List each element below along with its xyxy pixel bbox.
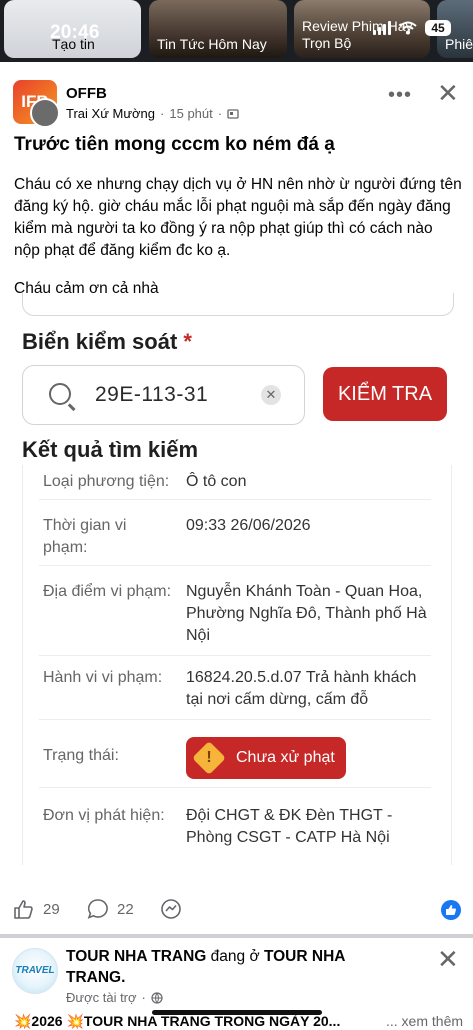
comment-count: 22 [117,900,134,918]
story-item[interactable]: Tin Tức Hôm Nay [149,0,287,58]
more-options-icon[interactable]: ••• [388,84,412,107]
feed-divider [0,934,473,938]
status-badge: ! Chưa xử phạt [186,737,346,779]
close-icon[interactable]: ✕ [437,946,459,972]
post-image[interactable]: Biển kiểm soát * 29E-113-31 ✕ KIỂM TRA K… [0,293,473,883]
page-name[interactable]: OFFB [66,85,107,102]
post-header: IFB OFFB Trai Xứ Mường · 15 phút · ••• ✕ [0,70,473,130]
image-plate-input: 29E-113-31 ✕ [22,365,305,425]
meta-dot: · [160,106,165,121]
comment-button[interactable]: 22 [87,898,134,920]
close-icon[interactable]: ✕ [437,80,459,106]
see-more-link[interactable]: ... xem thêm [386,1013,463,1029]
messenger-share-button[interactable] [160,898,182,920]
meta-dot: · [217,106,223,121]
clear-icon: ✕ [261,385,281,405]
result-value: Ô tô con [186,473,247,490]
sponsor-meta: Được tài trợ · [66,990,163,1005]
wifi-icon [399,21,417,35]
row-divider [39,719,431,720]
author-name[interactable]: Trai Xứ Mường [66,106,155,121]
result-key: Đơn vị phát hiện: [43,807,165,824]
result-value: 16824.20.5.d.07 Trả hành khách tại nơi c… [186,669,417,708]
result-value: 09:33 26/06/2026 [186,517,311,534]
signal-icon [373,21,391,35]
group-icon [227,108,239,119]
sponsored-label: Được tài trợ [66,990,137,1005]
image-plate-label: Biển kiểm soát * [22,329,192,354]
image-results-title: Kết quả tìm kiếm [22,437,199,462]
reaction-like-icon [441,900,461,920]
author-avatar[interactable] [30,98,60,128]
row-divider [39,655,431,656]
globe-icon [151,991,163,1004]
image-results-card: Loại phương tiện: Ô tô con Thời gian vi … [22,465,452,865]
sponsor-snippet[interactable]: 💥2026 💥TOUR NHA TRANG TRONG NGÀY 20... .… [14,1013,473,1030]
sponsor-avatar[interactable]: TRAVEL [12,948,58,994]
status-time: 20:46 [50,22,100,43]
like-button[interactable]: 29 [13,898,60,920]
result-key: Trạng thái: [43,747,119,764]
post-paragraph: Cháu có xe nhưng chạy dịch vụ ở HN nên n… [14,176,462,259]
post-meta: Trai Xứ Mường · 15 phút · [66,106,239,121]
post-time[interactable]: 15 phút [169,106,212,121]
search-icon [49,383,71,405]
result-key: Hành vi vi phạm: [43,669,163,686]
result-value: Đội CHGT & ĐK Đèn THGT - Phòng CSGT - CA… [186,807,393,846]
image-field-edge [22,293,454,316]
result-key: Loại phương tiện: [43,473,170,490]
stories-strip: Tạo tin Tin Tức Hôm Nay Review Phim Hay … [0,0,473,62]
result-key: Thời gian vi phạm: [43,517,127,556]
result-key: Địa điểm vi phạm: [43,583,172,600]
row-divider [39,499,431,500]
image-check-button: KIỂM TRA [323,367,447,421]
sponsor-title: TOUR NHA TRANG đang ở TOUR NHA TRANG. [66,948,345,986]
row-divider [39,565,431,566]
post-actions: 29 22 [0,888,473,932]
row-divider [39,787,431,788]
comment-icon [87,899,108,919]
result-value: Nguyễn Khánh Toàn - Quan Hoa, Phường Ngh… [186,583,427,644]
story-label: Tin Tức Hôm Nay [157,36,267,52]
story-label: Phiê [445,36,473,52]
thumbs-up-icon [14,900,33,919]
image-plate-value: 29E-113-31 [95,383,209,406]
battery-icon: 45 [425,20,451,36]
sponsor-page-name[interactable]: TOUR NHA TRANG [66,948,206,965]
post-title: Trước tiên mong cccm ko ném đá ạ [14,134,335,155]
messenger-icon [161,899,181,919]
status-icons: 45 [373,20,451,36]
home-indicator[interactable] [152,1010,322,1015]
like-count: 29 [43,900,60,918]
